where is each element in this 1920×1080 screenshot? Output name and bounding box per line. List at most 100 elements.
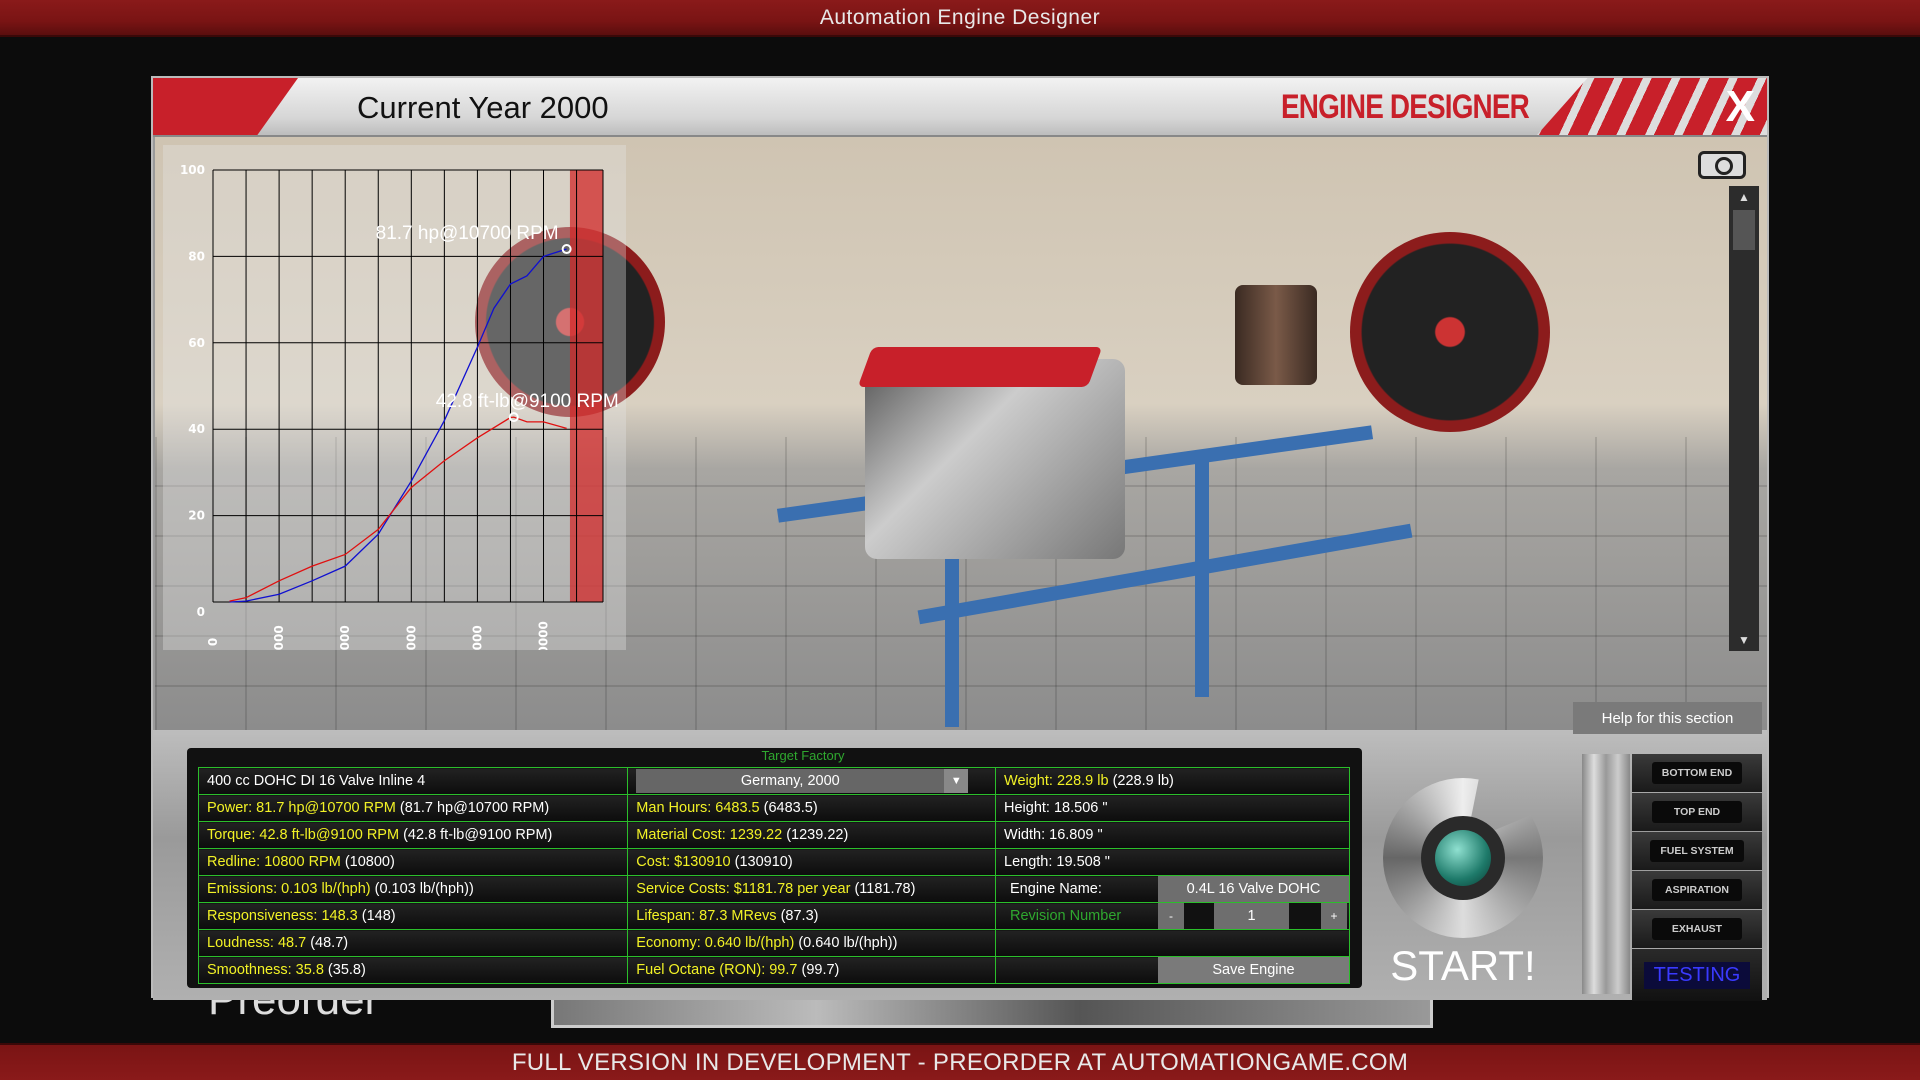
width-value: Width: 16.809 "	[995, 821, 1350, 849]
menu-top-end[interactable]: TOP END	[1632, 793, 1762, 831]
header-red-stripe	[153, 78, 298, 135]
menu-testing-label: TESTING	[1643, 961, 1751, 989]
table-row: Torque: 42.8 ft-lb@9100 RPM (42.8 ft-lb@…	[197, 821, 1350, 849]
table-row: Power: 81.7 hp@10700 RPM (81.7 hp@10700 …	[197, 794, 1350, 822]
y-tick-label: 0	[197, 605, 205, 619]
torque-label: Torque: 42.8 ft-lb@9100 RPM	[207, 827, 400, 843]
redline-paren: (10800)	[344, 854, 395, 870]
power-label: Power: 81.7 hp@10700 RPM	[207, 800, 396, 816]
table-row: Emissions: 0.103 lb/(hph) (0.103 lb/(hph…	[197, 875, 1350, 903]
responsiveness-paren: (148)	[361, 908, 396, 924]
loudness-label: Loudness: 48.7	[207, 935, 307, 951]
engine-description: 400 cc DOHC DI 16 Valve Inline 4	[197, 767, 629, 795]
app-title-bar: Automation Engine Designer	[0, 0, 1920, 37]
smoothness-label: Smoothness: 35.8	[207, 962, 324, 978]
y-tick-label: 60	[188, 336, 205, 350]
x-tick-label: 10000	[537, 621, 551, 650]
man-hours-paren: (6483.5)	[763, 800, 818, 816]
menu-bottom-end[interactable]: BOTTOM END	[1632, 754, 1762, 792]
table-row: 400 cc DOHC DI 16 Valve Inline 4 Germany…	[197, 767, 1350, 795]
scroll-down-icon[interactable]: ▼	[1729, 629, 1759, 651]
wall-fan-right	[1350, 232, 1550, 432]
camera-icon[interactable]	[1698, 151, 1746, 179]
length-value: Length: 19.508 "	[995, 848, 1350, 876]
footer-banner: FULL VERSION IN DEVELOPMENT - PREORDER A…	[0, 1043, 1920, 1080]
y-tick-label: 20	[188, 509, 205, 523]
metal-rail	[1582, 754, 1630, 994]
service-costs-paren: (1181.78)	[854, 881, 916, 897]
menu-fuel-system[interactable]: FUEL SYSTEM	[1632, 832, 1762, 870]
menu-testing[interactable]: TESTING	[1632, 949, 1762, 1001]
table-row: Redline: 10800 RPM (10800) Cost: $130910…	[197, 848, 1350, 876]
target-factory-label: Target Factory	[761, 748, 845, 763]
revision-increment-button[interactable]: +	[1321, 903, 1348, 929]
oil-barrel	[1235, 285, 1317, 385]
service-costs-label: Service Costs: $1181.78 per year	[636, 881, 851, 897]
fuel-octane-label: Fuel Octane (RON): 99.7	[636, 962, 798, 978]
y-tick-label: 100	[180, 163, 205, 177]
factory-value: Germany, 2000	[740, 773, 840, 789]
power-paren: (81.7 hp@10700 RPM)	[399, 800, 550, 816]
scroll-up-icon[interactable]: ▲	[1729, 186, 1759, 208]
footer-text: FULL VERSION IN DEVELOPMENT - PREORDER A…	[511, 1048, 1409, 1076]
app-title: Automation Engine Designer	[819, 5, 1101, 29]
scene-scrollbar[interactable]: ▲ ▼	[1729, 186, 1759, 651]
engine-designer-logo: ENGINE DESIGNER	[1281, 88, 1530, 126]
responsiveness-label: Responsiveness: 148.3	[207, 908, 358, 924]
torque-peak-annotation: 42.8 ft-lb@9100 RPM	[436, 391, 619, 412]
economy-label: Economy: 0.640 lb/(hph)	[636, 935, 795, 951]
weight-cell: Weight: 228.9 lb (228.9 lb)	[995, 767, 1350, 795]
start-lens-icon[interactable]	[1435, 830, 1491, 886]
revision-decrement-button[interactable]: -	[1158, 903, 1185, 929]
dyno-chart-panel: 0 20 40 60 80 100 0 2000 4000 6000 8000 10000 81.7 h…	[163, 145, 626, 650]
engine-test-scene[interactable]: ▲ ▼ 0 20 40 60 80 100 0 2000 4000 6000 8000 10000 81…	[155, 137, 1767, 730]
engine-valve-cover	[857, 347, 1103, 387]
x-tick-label: 6000	[404, 625, 418, 650]
x-tick-label: 0	[206, 638, 220, 646]
table-row: Loudness: 48.7 (48.7) Economy: 0.640 lb/…	[197, 929, 1350, 957]
x-tick-label: 4000	[338, 625, 352, 650]
y-tick-label: 80	[188, 249, 205, 263]
emissions-label: Emissions: 0.103 lb/(hph)	[207, 881, 371, 897]
man-hours-label: Man Hours: 6483.5	[636, 800, 760, 816]
menu-exhaust[interactable]: EXHAUST	[1632, 910, 1762, 948]
revision-number-label: Revision Number	[1010, 908, 1122, 924]
emissions-paren: (0.103 lb/(hph))	[374, 881, 474, 897]
engine-designer-window: Current Year 2000 ENGINE DESIGNER X ▲ ▼ …	[151, 76, 1769, 1001]
smoothness-paren: (35.8)	[327, 962, 366, 978]
help-button[interactable]: Help for this section	[1573, 702, 1762, 734]
menu-exhaust-label: EXHAUST	[1652, 918, 1742, 940]
material-cost-label: Material Cost: 1239.22	[636, 827, 783, 843]
economy-paren: (0.640 lb/(hph))	[798, 935, 898, 951]
y-tick-label: 40	[188, 422, 205, 436]
cost-paren: (130910)	[734, 854, 793, 870]
engine-stand-leg	[1195, 457, 1209, 697]
scroll-thumb[interactable]	[1733, 210, 1755, 250]
section-menu: BOTTOM END TOP END FUEL SYSTEM ASPIRATIO…	[1632, 754, 1762, 1001]
revision-number-field[interactable]: 1	[1214, 903, 1290, 929]
engine-name-input[interactable]: 0.4L 16 Valve DOHC	[1158, 876, 1349, 902]
menu-aspiration[interactable]: ASPIRATION	[1632, 871, 1762, 909]
material-cost-paren: (1239.22)	[786, 827, 849, 843]
save-engine-button[interactable]: Save Engine	[1158, 957, 1349, 983]
chevron-down-icon[interactable]: ▼	[944, 769, 969, 793]
power-curve	[229, 248, 567, 603]
lifespan-label: Lifespan: 87.3 MRevs	[636, 908, 777, 924]
weight-paren: (228.9 lb)	[1112, 773, 1174, 789]
torque-curve	[229, 416, 567, 602]
fuel-octane-paren: (99.7)	[801, 962, 840, 978]
engine-model	[865, 359, 1125, 559]
torque-paren: (42.8 ft-lb@9100 RPM)	[403, 827, 553, 843]
close-button[interactable]: X	[1726, 82, 1755, 132]
factory-dropdown[interactable]: Germany, 2000 ▼	[636, 769, 969, 793]
menu-aspiration-label: ASPIRATION	[1652, 879, 1742, 901]
x-tick-label: 8000	[470, 625, 484, 650]
redline-label: Redline: 10800 RPM	[207, 854, 341, 870]
start-button[interactable]: START!	[1383, 942, 1543, 990]
power-peak-annotation: 81.7 hp@10700 RPM	[376, 223, 559, 244]
empty-cell	[995, 929, 1350, 957]
table-row: Responsiveness: 148.3 (148) Lifespan: 87…	[197, 902, 1350, 930]
cost-label: Cost: $130910	[636, 854, 731, 870]
window-header: Current Year 2000 ENGINE DESIGNER X	[153, 78, 1767, 137]
loudness-paren: (48.7)	[310, 935, 349, 951]
